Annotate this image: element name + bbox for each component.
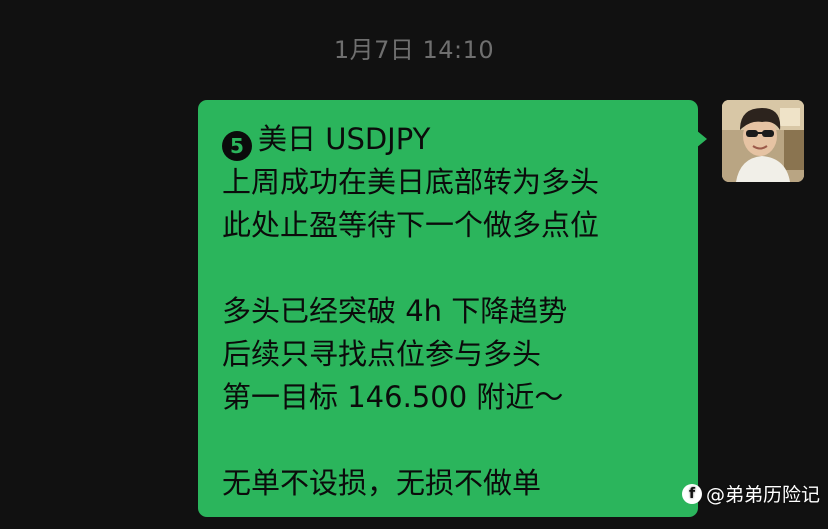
platform-logo-icon: f [681, 483, 702, 504]
message-blank-line-1 [222, 247, 678, 290]
message-line-3: 此处止盈等待下一个做多点位 [222, 208, 600, 242]
message-line-2: 上周成功在美日底部转为多头 [222, 165, 600, 199]
message-timestamp: 1月7日 14:10 [333, 36, 495, 64]
message-line-6: 后续只寻找点位参与多头 [222, 337, 542, 371]
message-line-7: 第一目标 146.500 附近～ [222, 380, 564, 414]
chat-message-bubble[interactable]: 5 美日 USDJPY 上周成功在美日底部转为多头 此处止盈等待下一个做多点位 多… [198, 100, 698, 517]
message-blank-line-2 [222, 419, 678, 462]
watermark-text: @弟弟历险记 [705, 484, 820, 506]
message-line-5: 多头已经突破 4h 下降趋势 [222, 294, 568, 328]
user-avatar[interactable] [722, 100, 804, 182]
message-line-1: 5 美日 USDJPY [222, 118, 678, 161]
message-line-1-text: 美日 USDJPY [258, 122, 431, 156]
message-line-9: 无单不设损，无损不做单 [222, 466, 542, 500]
number-five-badge-icon: 5 [222, 131, 252, 161]
bubble-tail [696, 130, 707, 148]
user-avatar-photo-icon [722, 100, 804, 182]
watermark: f @弟弟历险记 [681, 480, 820, 507]
